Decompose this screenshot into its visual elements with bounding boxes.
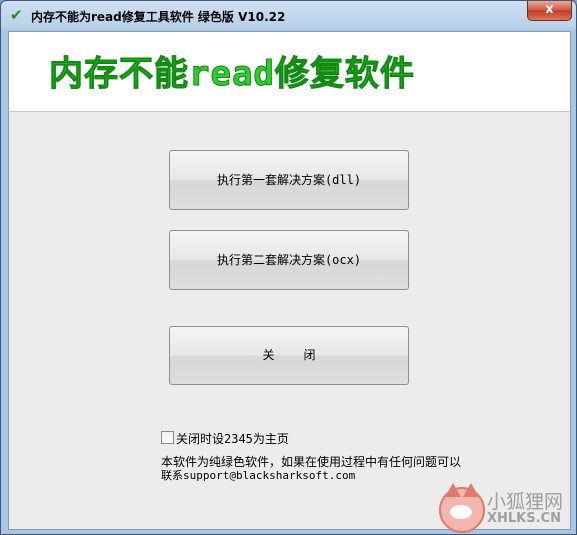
- checkmark-icon: ✔: [10, 6, 23, 24]
- banner: 内存不能read修复软件: [9, 32, 570, 112]
- watermark-domain: XHLKS.CN: [487, 511, 561, 526]
- fix-ocx-button[interactable]: 执行第二套解决方案(ocx): [169, 230, 409, 290]
- close-button[interactable]: 关 闭: [169, 326, 409, 385]
- app-window: ✔ 内存不能为read修复工具软件 绿色版 V10.22 x 内存不能read修…: [0, 0, 577, 535]
- homepage-checkbox-label[interactable]: 关闭时设2345为主页: [176, 430, 289, 447]
- title-bar[interactable]: ✔ 内存不能为read修复工具软件 绿色版 V10.22 x: [1, 1, 576, 31]
- fix-dll-button[interactable]: 执行第一套解决方案(dll): [169, 150, 409, 210]
- client-area: 内存不能read修复软件 执行第一套解决方案(dll) 执行第二套解决方案(oc…: [8, 31, 571, 533]
- watermark-name: 小狐狸网: [487, 491, 564, 513]
- info-text-line2: 联系support@blacksharksoft.com: [161, 469, 356, 482]
- fox-icon: [439, 483, 485, 533]
- homepage-checkbox[interactable]: [161, 431, 174, 444]
- window-close-button[interactable]: x: [527, 1, 572, 21]
- window-title: 内存不能为read修复工具软件 绿色版 V10.22: [31, 10, 286, 24]
- banner-title: 内存不能read修复软件: [49, 54, 415, 95]
